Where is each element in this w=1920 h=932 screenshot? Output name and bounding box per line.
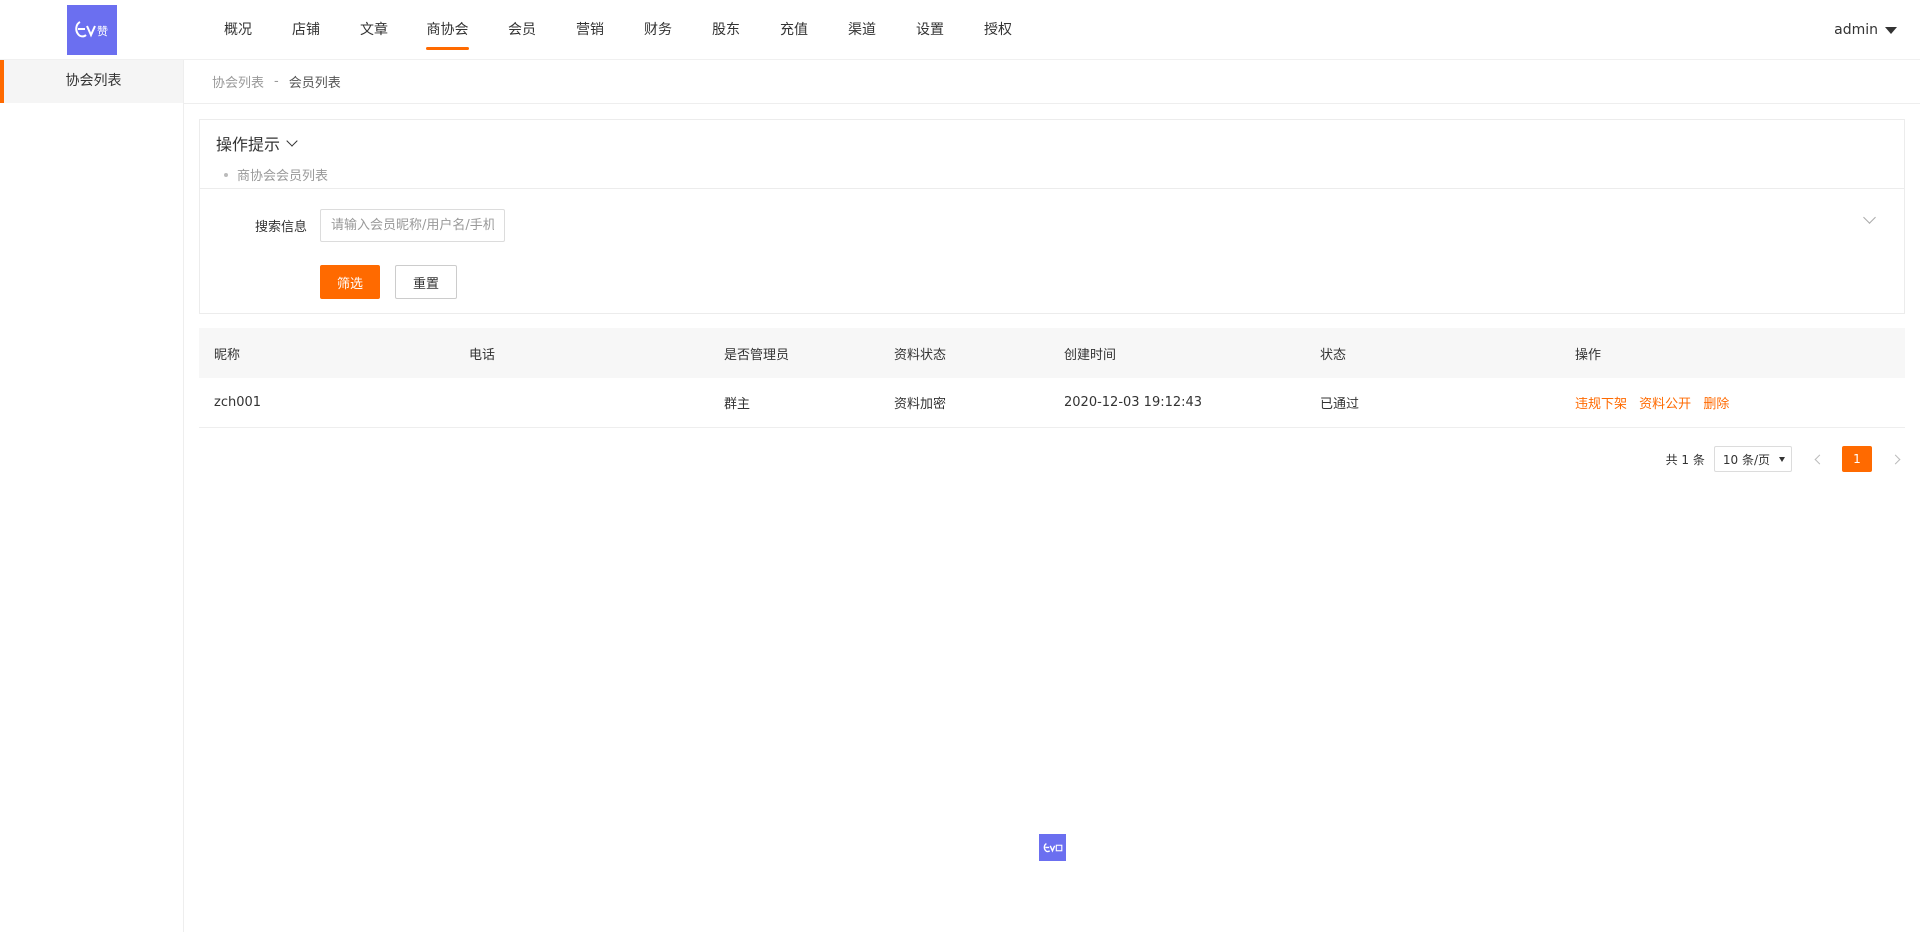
column-header-phone: 电话 xyxy=(469,347,496,363)
cell-created: 2020-12-03 19:12:43 xyxy=(1064,395,1203,410)
nav-item-settings[interactable]: 设置 xyxy=(915,0,945,60)
nav-item-store[interactable]: 店铺 xyxy=(291,0,321,60)
brand-logo-icon: 赞 xyxy=(75,21,108,38)
search-input[interactable] xyxy=(320,209,505,242)
nav-item-license[interactable]: 授权 xyxy=(983,0,1013,60)
takedown-link[interactable]: 违规下架 xyxy=(1575,397,1627,412)
tips-title: 操作提示 xyxy=(216,135,281,154)
brand-logo[interactable]: 赞 xyxy=(67,5,117,55)
caret-down-icon xyxy=(1779,456,1785,462)
cell-status: 已通过 xyxy=(1320,397,1360,412)
breadcrumb-parent[interactable]: 协会列表 xyxy=(212,72,264,91)
column-header-created: 创建时间 xyxy=(1064,347,1117,363)
pagination: 共 1 条 10 条/页 1 xyxy=(1666,446,1900,472)
column-header-actions: 操作 xyxy=(1575,347,1602,363)
tips-line-text: 商协会会员列表 xyxy=(237,169,329,184)
nav-item-chamber[interactable]: 商协会 xyxy=(426,0,469,60)
nav-item-shareholder[interactable]: 股东 xyxy=(711,0,741,60)
page-number-current[interactable]: 1 xyxy=(1842,446,1872,472)
breadcrumb-separator: - xyxy=(274,74,279,89)
cell-actions: 违规下架 资料公开 删除 xyxy=(1560,393,1905,412)
tips-toggle[interactable]: 操作提示 xyxy=(216,131,1888,155)
cell-nickname: zch001 xyxy=(214,395,262,410)
chevron-down-icon xyxy=(286,135,298,147)
prev-page-icon[interactable] xyxy=(1814,454,1824,464)
search-section: 搜索信息 筛选 重置 xyxy=(200,189,1904,313)
sidebar-item-association-list[interactable]: 协会列表 xyxy=(0,60,183,103)
filter-button[interactable]: 筛选 xyxy=(320,265,380,299)
page-size-value: 10 条/页 xyxy=(1722,452,1770,467)
cell-profile-status: 资料加密 xyxy=(894,397,947,412)
column-header-status: 状态 xyxy=(1320,347,1347,363)
nav-item-marketing[interactable]: 营销 xyxy=(575,0,605,60)
search-label: 搜索信息 xyxy=(255,220,308,235)
caret-down-icon xyxy=(1885,26,1897,34)
nav-item-article[interactable]: 文章 xyxy=(359,0,389,60)
top-navbar: 赞 概况 店铺 文章 商协会 会员 营销 财务 股东 充值 渠道 设置 授权 a… xyxy=(0,0,1920,60)
nav-item-recharge[interactable]: 充值 xyxy=(779,0,809,60)
column-header-is-admin: 是否管理员 xyxy=(724,347,790,363)
user-name: admin xyxy=(1834,22,1878,38)
reset-button[interactable]: 重置 xyxy=(395,265,457,299)
tips-line: 商协会会员列表 xyxy=(216,165,1888,184)
expand-chevron-icon[interactable] xyxy=(1863,211,1876,224)
table-header: 昵称 电话 是否管理员 资料状态 创建时间 状态 操作 xyxy=(199,328,1905,378)
nav-item-member[interactable]: 会员 xyxy=(507,0,537,60)
page-size-select[interactable]: 10 条/页 xyxy=(1713,446,1792,472)
nav-item-finance[interactable]: 财务 xyxy=(643,0,673,60)
column-header-profile-status: 资料状态 xyxy=(894,347,947,363)
svg-text:赞: 赞 xyxy=(97,25,108,38)
tips-section: 操作提示 商协会会员列表 xyxy=(200,120,1904,189)
sidebar: 协会列表 xyxy=(0,60,184,932)
nav-item-overview[interactable]: 概况 xyxy=(223,0,253,60)
breadcrumb-current: 会员列表 xyxy=(288,76,341,91)
filter-panel: 操作提示 商协会会员列表 搜索信息 筛选 重置 xyxy=(199,119,1905,314)
breadcrumb: 协会列表 - 会员列表 xyxy=(184,60,1920,104)
member-table: 昵称 电话 是否管理员 资料状态 创建时间 状态 操作 zch001 群主 资料… xyxy=(199,328,1905,428)
delete-link[interactable]: 删除 xyxy=(1703,397,1729,412)
main-nav: 概况 店铺 文章 商协会 会员 营销 财务 股东 充值 渠道 设置 授权 xyxy=(223,0,1013,60)
nav-item-channel[interactable]: 渠道 xyxy=(847,0,877,60)
table-row: zch001 群主 资料加密 2020-12-03 19:12:43 已通过 违… xyxy=(199,378,1905,428)
make-public-link[interactable]: 资料公开 xyxy=(1639,397,1691,412)
next-page-icon[interactable] xyxy=(1890,454,1900,464)
user-menu[interactable]: admin xyxy=(1834,0,1897,60)
pagination-total: 共 1 条 xyxy=(1665,452,1705,467)
cell-is-admin: 群主 xyxy=(724,397,751,412)
footer-logo-icon xyxy=(1039,834,1066,861)
column-header-nickname: 昵称 xyxy=(214,347,241,363)
bullet-icon xyxy=(224,172,228,177)
